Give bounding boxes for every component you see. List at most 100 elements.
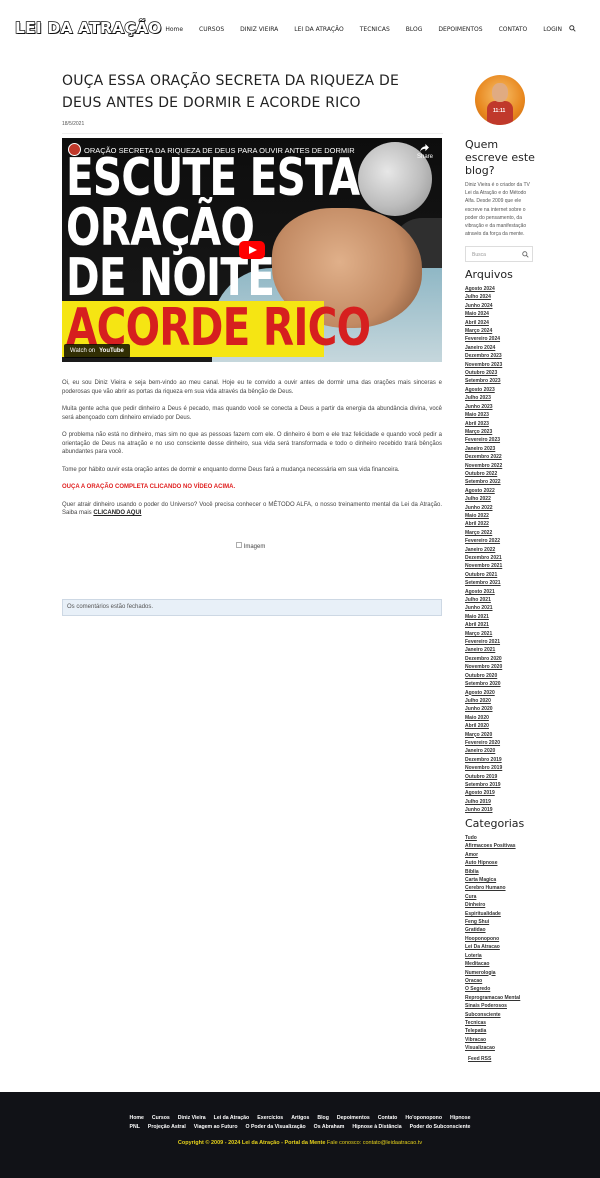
search-icon[interactable] bbox=[569, 25, 576, 32]
footer-link[interactable]: Hipnose bbox=[450, 1115, 470, 1121]
category-link[interactable]: Hooponopono bbox=[465, 935, 535, 943]
footer-link[interactable]: Cursos bbox=[152, 1115, 170, 1121]
archive-link[interactable]: Dezembro 2023 bbox=[465, 352, 535, 360]
archive-link[interactable]: Agosto 2021 bbox=[465, 588, 535, 596]
category-link[interactable]: Carta Magica bbox=[465, 876, 535, 884]
nav-depoimentos[interactable]: DEPOIMENTOS bbox=[438, 26, 482, 33]
archive-link[interactable]: Agosto 2023 bbox=[465, 386, 535, 394]
footer-link[interactable]: Viagem ao Futuro bbox=[194, 1124, 238, 1130]
archive-link[interactable]: Dezembro 2020 bbox=[465, 655, 535, 663]
archive-link[interactable]: Julho 2024 bbox=[465, 293, 535, 301]
site-logo[interactable]: LEI DA ATRAÇÃO bbox=[14, 18, 162, 37]
category-link[interactable]: Numerologia bbox=[465, 969, 535, 977]
category-link[interactable]: Auto Hipnose bbox=[465, 859, 535, 867]
archive-link[interactable]: Abril 2020 bbox=[465, 722, 535, 730]
archive-link[interactable]: Junho 2020 bbox=[465, 705, 535, 713]
archive-link[interactable]: Fevereiro 2024 bbox=[465, 335, 535, 343]
archive-link[interactable]: Julho 2020 bbox=[465, 697, 535, 705]
archive-link[interactable]: Outubro 2020 bbox=[465, 672, 535, 680]
archive-link[interactable]: Setembro 2019 bbox=[465, 781, 535, 789]
footer-link[interactable]: Ho'oponopono bbox=[405, 1115, 442, 1121]
archive-link[interactable]: Dezembro 2019 bbox=[465, 756, 535, 764]
archive-link[interactable]: Abril 2022 bbox=[465, 520, 535, 528]
archive-link[interactable]: Novembro 2021 bbox=[465, 562, 535, 570]
nav-cursos[interactable]: CURSOS bbox=[199, 26, 224, 33]
channel-avatar[interactable] bbox=[68, 143, 81, 156]
archive-link[interactable]: Agosto 2024 bbox=[465, 285, 535, 293]
footer-link[interactable]: Lei da Atração bbox=[214, 1115, 250, 1121]
nav-home[interactable]: Home bbox=[165, 26, 183, 33]
archive-link[interactable]: Maio 2021 bbox=[465, 613, 535, 621]
archive-link[interactable]: Janeiro 2024 bbox=[465, 344, 535, 352]
archive-link[interactable]: Dezembro 2022 bbox=[465, 453, 535, 461]
nav-blog[interactable]: BLOG bbox=[406, 26, 423, 33]
footer-link[interactable]: Depoimentos bbox=[337, 1115, 370, 1121]
nav-lei-da-atracao[interactable]: LEI DA ATRAÇÃO bbox=[294, 26, 343, 33]
category-link[interactable]: Sinais Poderosos bbox=[465, 1002, 535, 1010]
play-button-icon[interactable] bbox=[239, 241, 265, 259]
footer-link[interactable]: Os Abraham bbox=[314, 1124, 345, 1130]
category-link[interactable]: O Segredo bbox=[465, 985, 535, 993]
archive-link[interactable]: Outubro 2021 bbox=[465, 571, 535, 579]
category-link[interactable]: Oracao bbox=[465, 977, 535, 985]
category-link[interactable]: Lei Da Atracao bbox=[465, 943, 535, 951]
archive-link[interactable]: Março 2021 bbox=[465, 630, 535, 638]
footer-link[interactable]: Diniz Vieira bbox=[178, 1115, 206, 1121]
footer-link[interactable]: Home bbox=[130, 1115, 144, 1121]
search-icon[interactable] bbox=[522, 251, 529, 258]
archive-link[interactable]: Agosto 2020 bbox=[465, 689, 535, 697]
category-link[interactable]: Cerebro Humano bbox=[465, 884, 535, 892]
archive-link[interactable]: Fevereiro 2021 bbox=[465, 638, 535, 646]
archive-link[interactable]: Março 2020 bbox=[465, 731, 535, 739]
archive-link[interactable]: Fevereiro 2023 bbox=[465, 436, 535, 444]
footer-link[interactable]: Poder do Subconsciente bbox=[410, 1124, 471, 1130]
video-title[interactable]: ORAÇÃO SECRETA DA RIQUEZA DE DEUS PARA O… bbox=[84, 146, 355, 155]
archive-link[interactable]: Novembro 2023 bbox=[465, 361, 535, 369]
category-link[interactable]: Meditacao bbox=[465, 960, 535, 968]
archive-link[interactable]: Junho 2022 bbox=[465, 504, 535, 512]
search-input[interactable]: Busca bbox=[472, 252, 486, 258]
archive-link[interactable]: Março 2023 bbox=[465, 428, 535, 436]
footer-link[interactable]: Projeção Astral bbox=[148, 1124, 186, 1130]
archive-link[interactable]: Janeiro 2023 bbox=[465, 445, 535, 453]
nav-login[interactable]: LOGIN bbox=[543, 26, 562, 33]
archive-link[interactable]: Setembro 2021 bbox=[465, 579, 535, 587]
archive-link[interactable]: Novembro 2022 bbox=[465, 462, 535, 470]
category-link[interactable]: Visualizacao bbox=[465, 1044, 535, 1052]
youtube-video-embed[interactable]: ESCUTE ESTA ORAÇÃO DE NOITE ACORDE RICO … bbox=[62, 138, 442, 362]
archive-link[interactable]: Setembro 2020 bbox=[465, 680, 535, 688]
category-link[interactable]: Subconsciente bbox=[465, 1011, 535, 1019]
archive-link[interactable]: Agosto 2019 bbox=[465, 789, 535, 797]
archive-link[interactable]: Maio 2020 bbox=[465, 714, 535, 722]
footer-link[interactable]: Artigos bbox=[291, 1115, 309, 1121]
archive-link[interactable]: Agosto 2022 bbox=[465, 487, 535, 495]
category-link[interactable]: Amor bbox=[465, 851, 535, 859]
archive-link[interactable]: Novembro 2019 bbox=[465, 764, 535, 772]
category-link[interactable]: Tecnicas bbox=[465, 1019, 535, 1027]
category-link[interactable]: Reprogramacao Mental bbox=[465, 994, 535, 1002]
category-link[interactable]: Feng Shui bbox=[465, 918, 535, 926]
archive-link[interactable]: Julho 2019 bbox=[465, 798, 535, 806]
archive-link[interactable]: Janeiro 2022 bbox=[465, 546, 535, 554]
archive-link[interactable]: Abril 2023 bbox=[465, 420, 535, 428]
archive-link[interactable]: Julho 2023 bbox=[465, 394, 535, 402]
archive-link[interactable]: Outubro 2019 bbox=[465, 773, 535, 781]
category-link[interactable]: Telepatia bbox=[465, 1027, 535, 1035]
share-button[interactable]: Share bbox=[417, 144, 433, 160]
archive-link[interactable]: Julho 2021 bbox=[465, 596, 535, 604]
category-link[interactable]: Espiritualidade bbox=[465, 910, 535, 918]
archive-link[interactable]: Março 2024 bbox=[465, 327, 535, 335]
category-link[interactable]: Vibracao bbox=[465, 1036, 535, 1044]
archive-link[interactable]: Fevereiro 2022 bbox=[465, 537, 535, 545]
archive-link[interactable]: Setembro 2022 bbox=[465, 478, 535, 486]
category-link[interactable]: Dinheiro bbox=[465, 901, 535, 909]
archive-link[interactable]: Outubro 2022 bbox=[465, 470, 535, 478]
nav-contato[interactable]: CONTATO bbox=[499, 26, 528, 33]
footer-link[interactable]: O Poder da Visualização bbox=[246, 1124, 306, 1130]
footer-link[interactable]: Hipnose à Distância bbox=[352, 1124, 401, 1130]
archive-link[interactable]: Junho 2021 bbox=[465, 604, 535, 612]
category-link[interactable]: Loteria bbox=[465, 952, 535, 960]
footer-link[interactable]: Exercícios bbox=[257, 1115, 283, 1121]
category-link[interactable]: Cura bbox=[465, 893, 535, 901]
archive-link[interactable]: Junho 2024 bbox=[465, 302, 535, 310]
